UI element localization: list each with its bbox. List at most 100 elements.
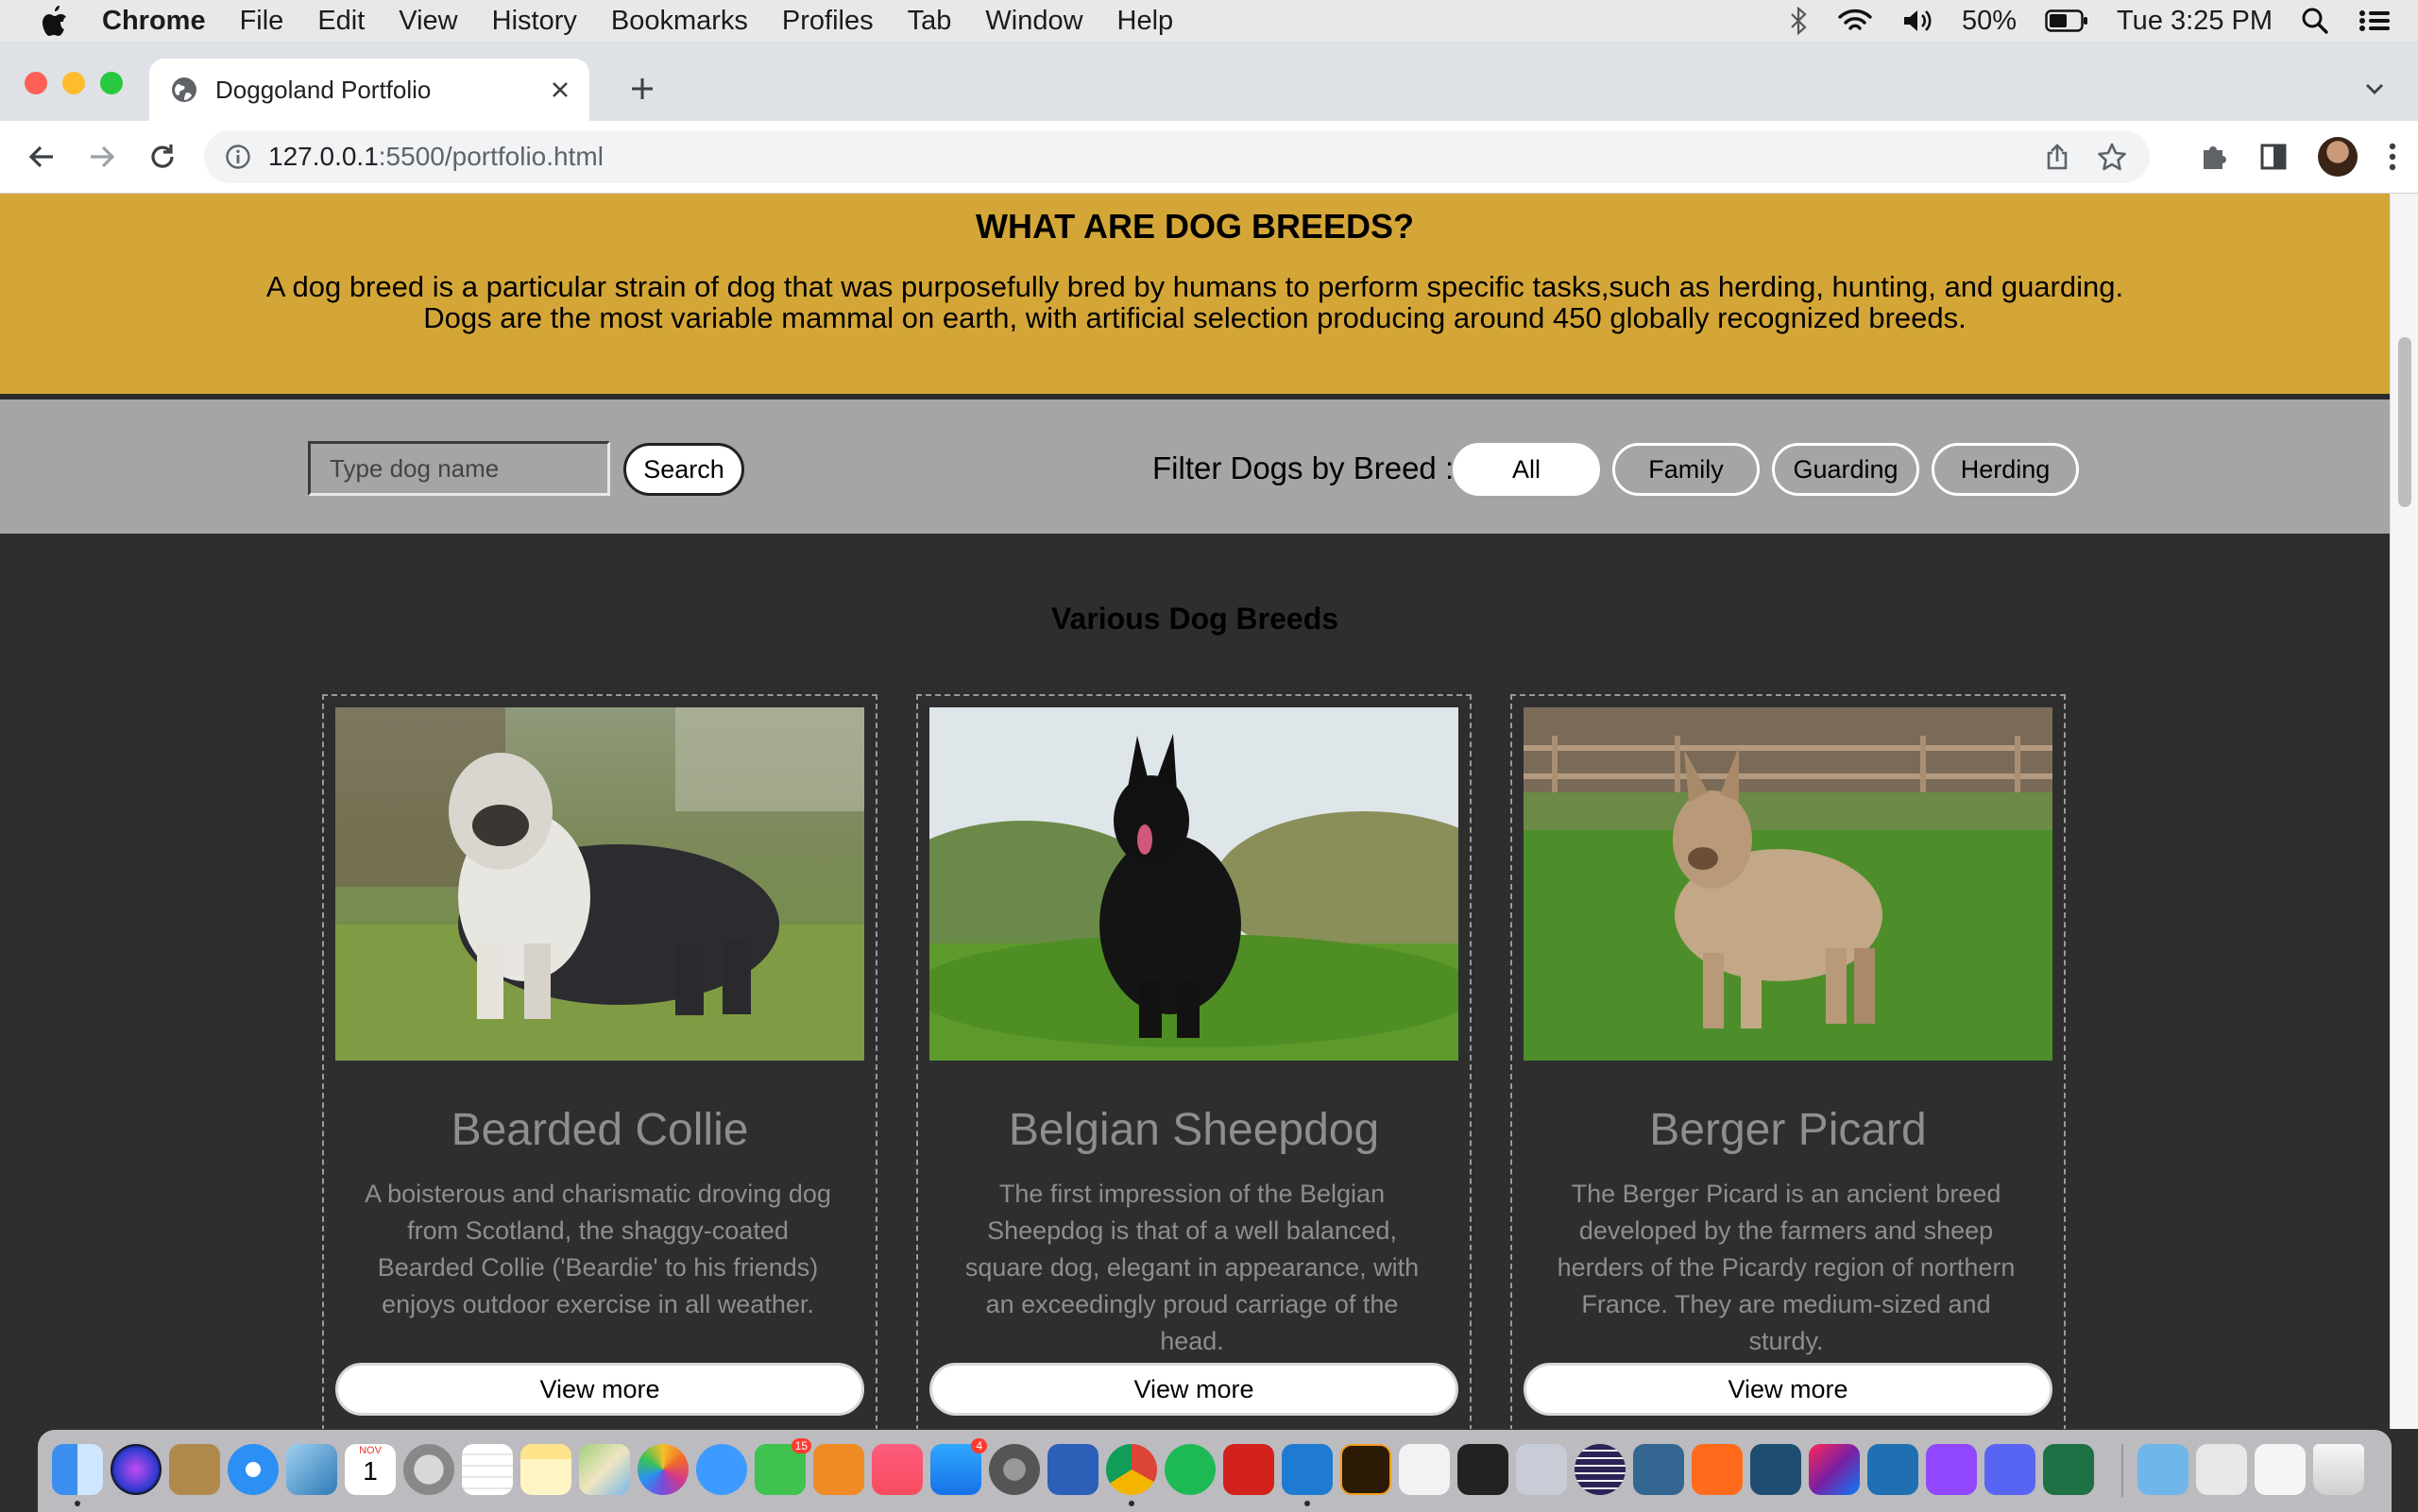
terminal-icon[interactable] (1457, 1444, 1508, 1495)
word-icon[interactable] (1047, 1444, 1098, 1495)
textedit-icon[interactable] (1399, 1444, 1450, 1495)
control-center-icon[interactable] (2358, 7, 2392, 35)
menu-file[interactable]: File (240, 6, 284, 37)
tableplus-icon[interactable] (1867, 1444, 1918, 1495)
extensions-puzzle-icon[interactable] (2199, 142, 2229, 172)
filter-label: Filter Dogs by Breed : (1152, 450, 1455, 485)
berger-picard-photo[interactable] (1524, 707, 2052, 1061)
app-store-icon[interactable]: 4 (930, 1438, 987, 1495)
menu-window[interactable]: Window (985, 6, 1082, 37)
profile-avatar[interactable] (2318, 137, 2358, 177)
dog-name-search-input[interactable] (308, 441, 610, 496)
books-icon[interactable] (813, 1444, 864, 1495)
menu-history[interactable]: History (492, 6, 577, 37)
notes-brown-icon[interactable] (169, 1444, 220, 1495)
globe-icon (172, 77, 196, 102)
back-arrow-icon[interactable] (23, 138, 60, 176)
battery-icon[interactable] (2045, 8, 2088, 33)
tab-search-chevron-down-icon[interactable] (2356, 70, 2393, 108)
eclipse-icon[interactable] (1575, 1444, 1626, 1495)
filter-herding-button[interactable]: Herding (1932, 443, 2079, 496)
view-more-button[interactable]: View more (929, 1363, 1458, 1416)
downloads-stack-icon[interactable] (2196, 1444, 2247, 1495)
bluetooth-icon[interactable] (1788, 7, 1809, 35)
menu-bookmarks[interactable]: Bookmarks (611, 6, 748, 37)
siri-icon[interactable] (111, 1444, 162, 1495)
calendar-month: NOV (359, 1445, 382, 1456)
reminders-icon[interactable] (462, 1444, 513, 1495)
clock[interactable]: Tue 3:25 PM (2117, 6, 2273, 37)
menu-edit[interactable]: Edit (317, 6, 365, 37)
intellij-icon[interactable] (1809, 1444, 1860, 1495)
excel-icon[interactable] (2043, 1444, 2094, 1495)
apple-logo-icon[interactable] (38, 4, 70, 38)
view-more-button[interactable]: View more (1524, 1363, 2052, 1416)
tab-doggoland-portfolio[interactable]: Doggoland Portfolio (149, 59, 589, 121)
mysql-workbench-icon[interactable] (1750, 1444, 1801, 1495)
breed-description: The Berger Picard is an ancient breed de… (1557, 1180, 2016, 1355)
window-minimize-button[interactable] (62, 72, 85, 94)
screenshot-stack-icon[interactable] (2255, 1444, 2306, 1495)
intro-line-1: A dog breed is a particular strain of do… (265, 270, 2124, 303)
spotify-icon[interactable] (1165, 1444, 1216, 1495)
view-more-button[interactable]: View more (335, 1363, 864, 1416)
postgres-elephant-icon[interactable] (1633, 1444, 1684, 1495)
site-info-icon[interactable] (225, 144, 251, 170)
vscode-icon[interactable] (1282, 1444, 1333, 1495)
menu-bar: Chrome File Edit View History Bookmarks … (0, 0, 2418, 42)
share-icon[interactable] (2044, 143, 2070, 171)
sublime-icon[interactable] (1692, 1444, 1743, 1495)
intro-text: A dog breed is a particular strain of do… (203, 271, 2187, 333)
filter-all-button[interactable]: All (1453, 443, 1600, 496)
calendar-icon[interactable]: NOV 1 (345, 1444, 396, 1495)
spotlight-search-icon[interactable] (2301, 7, 2329, 35)
url-host: 127.0.0.1 (268, 142, 379, 171)
volume-icon[interactable] (1901, 7, 1933, 35)
side-panel-icon[interactable] (2259, 143, 2288, 171)
forward-arrow-icon[interactable] (83, 138, 121, 176)
discord-icon[interactable] (1984, 1444, 2035, 1495)
wifi-icon[interactable] (1837, 7, 1873, 35)
search-button[interactable]: Search (623, 443, 744, 496)
menu-chrome[interactable]: Chrome (102, 6, 206, 37)
illustrator-icon[interactable] (1340, 1444, 1391, 1495)
tab-close-icon[interactable] (544, 74, 576, 106)
filter-family-button[interactable]: Family (1612, 443, 1760, 496)
menu-view[interactable]: View (399, 6, 457, 37)
bookmark-star-icon[interactable] (2097, 142, 2127, 172)
acrobat-icon[interactable] (1223, 1444, 1274, 1495)
menu-profiles[interactable]: Profiles (782, 6, 874, 37)
calendar-day: 1 (363, 1456, 378, 1486)
new-tab-plus-icon[interactable] (623, 70, 661, 108)
more-menu-icon[interactable] (2388, 142, 2397, 172)
stickies-icon[interactable] (520, 1444, 571, 1495)
preview-icon[interactable] (286, 1444, 337, 1495)
messages-icon[interactable] (696, 1444, 747, 1495)
page-scrollbar[interactable] (2390, 194, 2418, 1429)
launchpad-rocket-icon[interactable] (403, 1444, 454, 1495)
twitch-icon[interactable] (1926, 1444, 1977, 1495)
utility-icon[interactable] (1516, 1444, 1567, 1495)
safari-icon[interactable] (228, 1444, 279, 1495)
toolbar-actions (2199, 137, 2397, 177)
breed-card-bearded-collie: Bearded Collie A boisterous and charisma… (322, 694, 877, 1429)
system-preferences-gear-icon[interactable] (989, 1444, 1040, 1495)
trash-icon[interactable] (2313, 1444, 2364, 1495)
music-icon[interactable] (872, 1444, 923, 1495)
finder-icon[interactable] (52, 1444, 103, 1495)
filter-guarding-button[interactable]: Guarding (1772, 443, 1919, 496)
menu-tab[interactable]: Tab (908, 6, 952, 37)
belgian-sheepdog-photo[interactable] (929, 707, 1458, 1061)
folder-icon[interactable] (2137, 1444, 2188, 1495)
menu-help[interactable]: Help (1117, 6, 1174, 37)
maps-icon[interactable] (579, 1444, 630, 1495)
scrollbar-thumb[interactable] (2398, 337, 2411, 507)
bearded-collie-photo[interactable] (335, 707, 864, 1061)
address-bar[interactable]: 127.0.0.1:5500/portfolio.html (204, 130, 2150, 183)
window-zoom-button[interactable] (100, 72, 123, 94)
photos-icon[interactable] (638, 1444, 689, 1495)
reload-icon[interactable] (144, 138, 181, 176)
window-close-button[interactable] (25, 72, 47, 94)
facetime-icon[interactable]: 15 (755, 1438, 811, 1495)
chrome-icon[interactable] (1106, 1444, 1157, 1495)
